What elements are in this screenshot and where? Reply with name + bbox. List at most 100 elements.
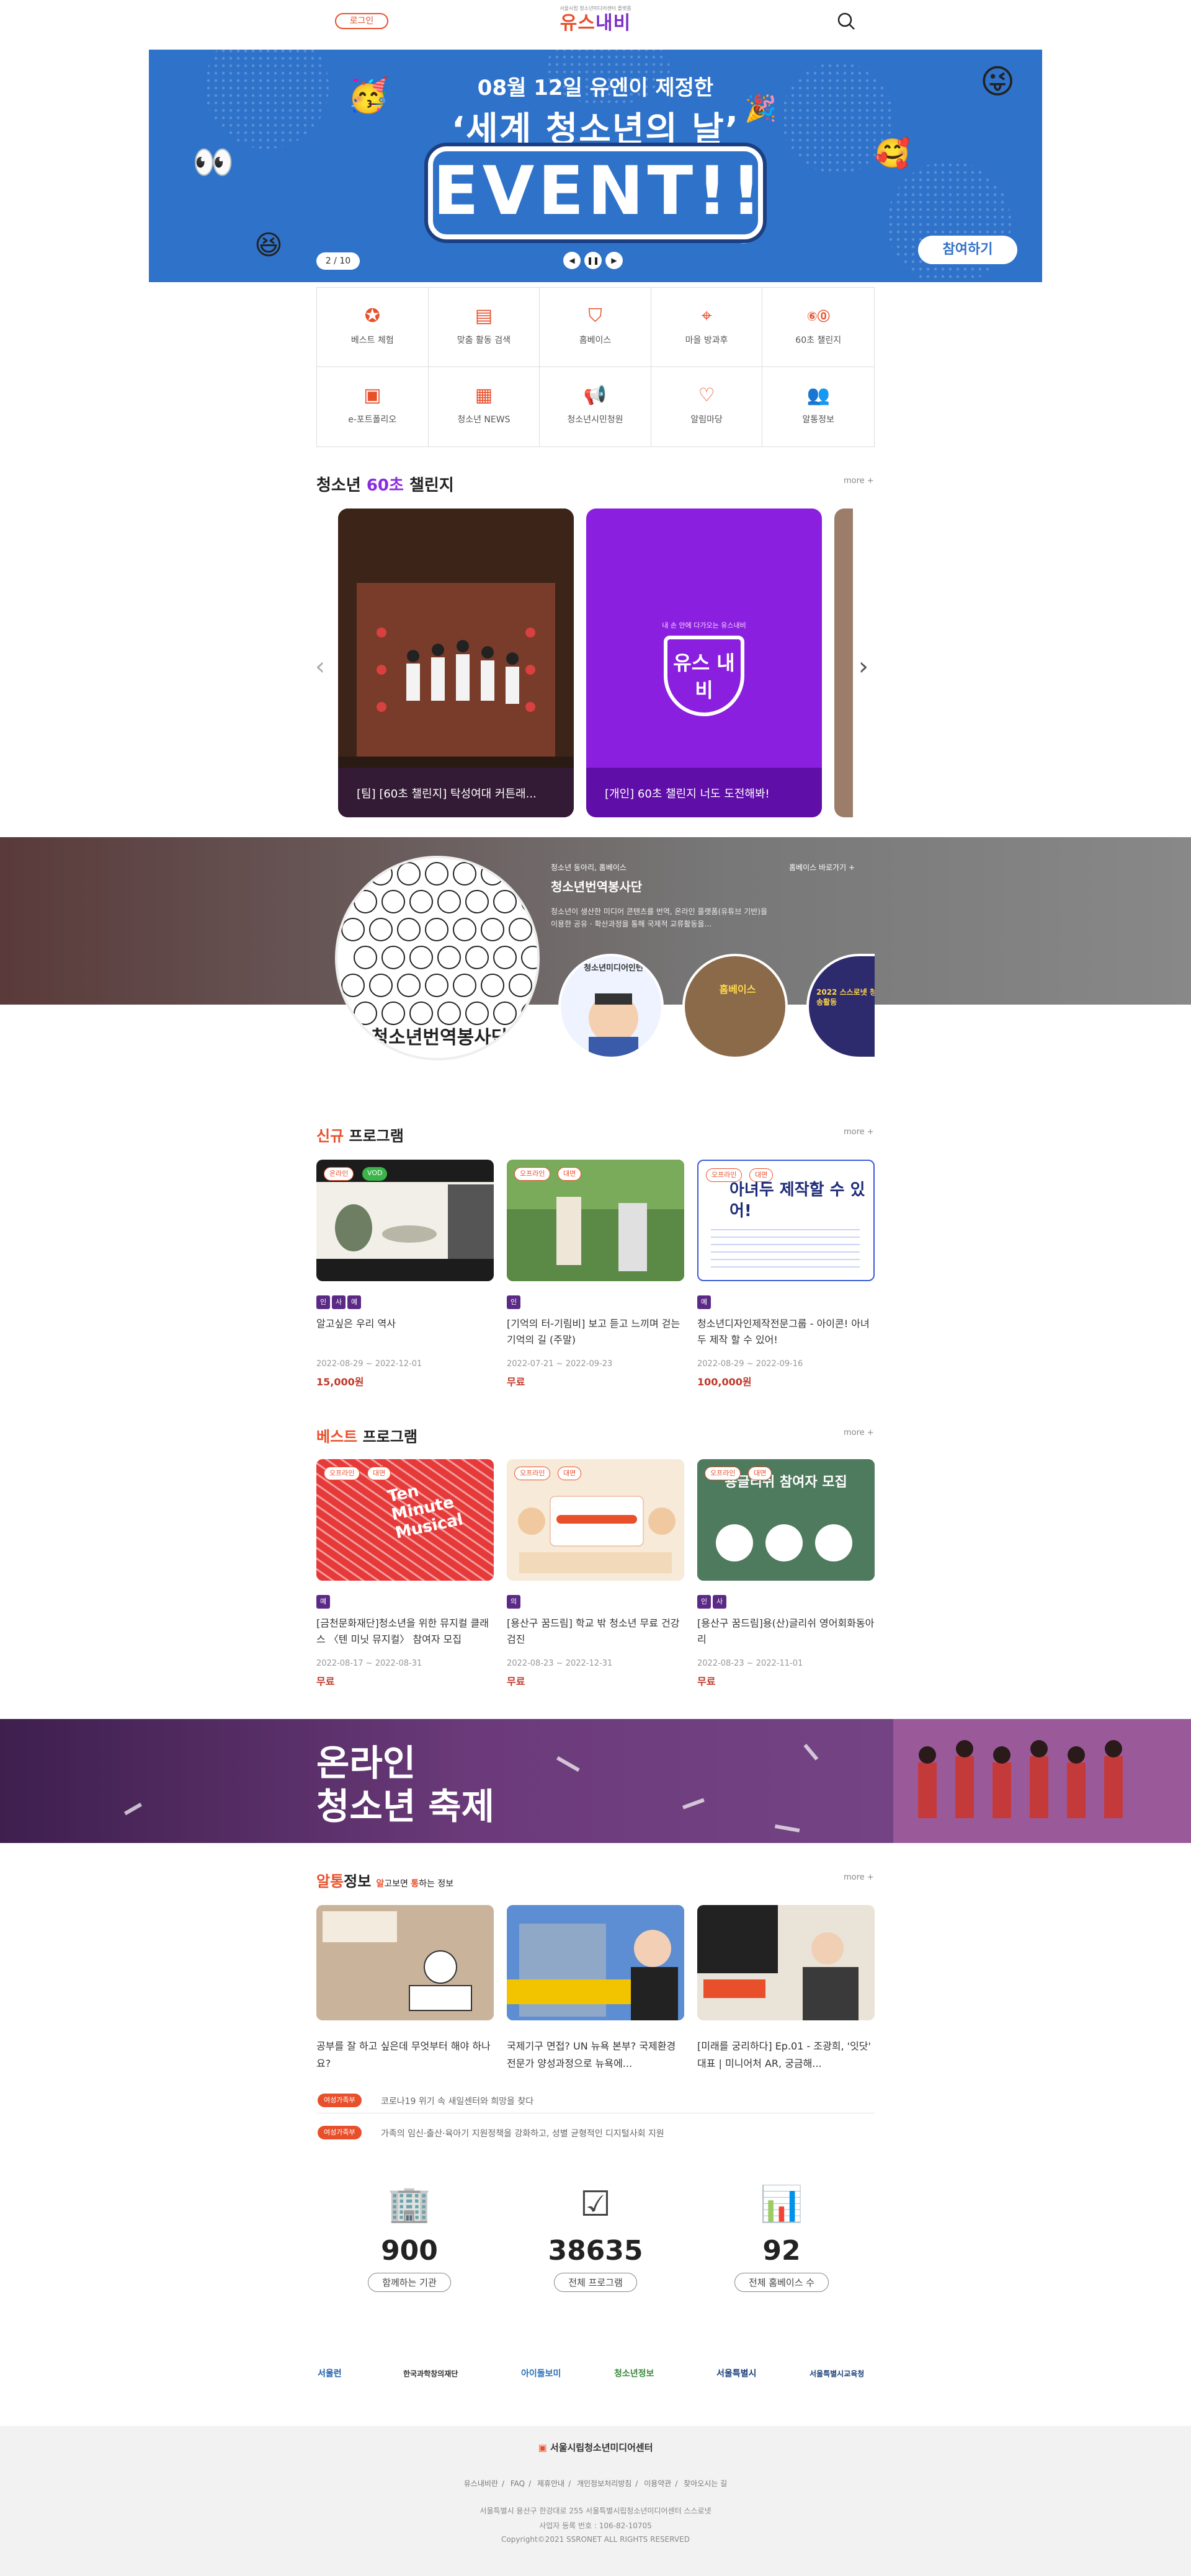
login-button[interactable]: 로그인 — [335, 13, 388, 29]
footer-link[interactable]: 찾아오시는 길 — [684, 2479, 727, 2488]
quick-menu-item[interactable]: ⑥⓪ 60초 챌린지 — [762, 288, 874, 367]
pattern-circle — [453, 918, 476, 941]
quick-menu-label: 청소년 NEWS — [457, 415, 511, 425]
stat-label-button[interactable]: 함께하는 기관 — [368, 2273, 451, 2292]
best-programs-title: 베스트 프로그램 — [316, 1424, 417, 1446]
challenge-card-peek — [834, 509, 853, 817]
info-card[interactable]: [미래를 궁리하다] Ep.01 - 조광희, '잇닷' 대표 | 미니어처 A… — [697, 1905, 875, 2072]
program-date: 2022-08-23 ~ 2022-12-31 — [507, 1659, 613, 1668]
notice-badge: 여성가족부 — [318, 2126, 362, 2139]
program-title: [금천문화재단]청소년을 위한 뮤지컬 클래스 〈텐 미닛 뮤지컬〉 참여자 모… — [316, 1617, 489, 1645]
homebase-thumb[interactable]: 홈베이스 — [682, 954, 788, 1059]
program-card[interactable]: 온라인 VOD 인사예 알고싶은 우리 역사 2022-08-29 ~ 2022… — [316, 1160, 494, 1388]
partner-logo[interactable]: 서울런 — [318, 2361, 342, 2386]
prev-arrow-icon[interactable]: ◀ — [563, 252, 581, 269]
footer-link[interactable]: FAQ — [511, 2479, 525, 2488]
building-icon: 🏢 — [388, 2184, 431, 2224]
program-card[interactable]: 오프라인 대면 인 [기억의 터-기림비] 보고 듣고 느끼며 걷는 기억의 길… — [507, 1160, 684, 1388]
program-price: 무료 — [507, 1376, 525, 1388]
notice-row[interactable]: 여성가족부 코로나19 위기 속 새일센터와 희망을 찾다 — [316, 2089, 875, 2113]
homebase-circle-text: 청소년번역봉사단 — [371, 1027, 509, 1049]
pattern-circle — [493, 890, 517, 913]
new-programs-more-link[interactable]: more + — [844, 1127, 874, 1137]
quick-menu-item[interactable]: 📢 청소년시민청원 — [540, 367, 651, 446]
quick-menu-item[interactable]: ⌖ 마을 방과후 — [651, 288, 763, 367]
showcase-description: 청소년이 생산한 미디어 콘텐츠를 번역, 온라인 플랫폼(유튜브 기반)을 이… — [551, 907, 768, 928]
stat-label-button[interactable]: 전체 프로그램 — [554, 2273, 637, 2292]
category-tags: 인 — [507, 1295, 684, 1309]
partner-logo[interactable]: 청소년정보 — [614, 2361, 654, 2386]
stat-label-button[interactable]: 전체 홈베이스 수 — [734, 2273, 829, 2292]
program-price: 100,000원 — [697, 1376, 752, 1388]
challenge-card[interactable]: [팀] [60초 챌린지] 탁성여대 커튼래... — [338, 509, 574, 817]
program-card[interactable]: 아녀두 제작할 수 있어! 오프라인 대면 예 청소년디자인제작전문그룹 - 아… — [697, 1160, 875, 1388]
poster-body — [711, 1229, 860, 1272]
challenge-caption: [개인] 60초 챌린지 너도 도전해봐! — [586, 768, 822, 817]
quick-menu-label: 맞춤 활동 검색 — [457, 335, 511, 345]
notice-text: 코로나19 위기 속 새일센터와 희망을 찾다 — [381, 2097, 534, 2107]
info-card[interactable]: 국제기구 면접? UN 뉴욕 본부? 국제환경전문가 양성과정으로 뉴욕에... — [507, 1905, 684, 2072]
category-tag: 의 — [507, 1595, 520, 1609]
quick-menu-label: 60초 챌린지 — [795, 335, 842, 345]
info-thumbnail — [507, 1905, 684, 2020]
chevron-left-icon[interactable]: ‹ — [315, 652, 325, 681]
search-icon[interactable] — [835, 10, 857, 32]
star-badge-icon: ✪ — [364, 305, 380, 327]
quick-menu-item[interactable]: ⛉ 홈베이스 — [540, 288, 651, 367]
homebase-thumb[interactable]: 청소년미디어인턴 — [558, 954, 664, 1059]
footer-link[interactable]: 유스내비란 — [464, 2479, 498, 2488]
quick-menu-item[interactable]: ▦ 청소년 NEWS — [429, 367, 540, 446]
homebase-main-image[interactable]: 청소년번역봉사단 — [335, 856, 540, 1060]
quick-menu-label: 베스트 체험 — [350, 335, 394, 345]
site-header: 로그인 서울시립 청소년미디어센터 플랫폼 유스내비 — [0, 0, 1191, 43]
altong-more-link[interactable]: more + — [844, 1873, 874, 1882]
heart-icon: ♡ — [698, 384, 715, 406]
quick-menu-item[interactable]: ▤ 맞춤 활동 검색 — [428, 288, 540, 367]
quick-menu-item[interactable]: 👥 알통정보 — [762, 367, 874, 446]
chevron-right-icon[interactable]: › — [859, 652, 868, 681]
footer-link[interactable]: 제휴안내 — [537, 2479, 564, 2488]
info-thumbnail — [697, 1905, 875, 2020]
challenge-card[interactable]: 내 손 안에 다가오는 유스내비 유스 내비 [개인] 60초 챌린지 너도 도… — [586, 509, 822, 817]
quick-menu-label: e-포트폴리오 — [348, 415, 397, 425]
info-card[interactable]: 공부를 잘 하고 싶은데 무엇부터 해야 하나요? — [316, 1905, 494, 2072]
best-programs-more-link[interactable]: more + — [844, 1428, 874, 1437]
quick-menu-item[interactable]: ♡ 알림마당 — [651, 367, 763, 446]
main-banner[interactable]: 🥳 👀 😆 🎉 😜 🥰 🥤 08월 12일 유엔이 제정한 ‘세계 청소년의 날… — [149, 50, 1042, 282]
program-date: 2022-08-17 ~ 2022-08-31 — [316, 1659, 422, 1668]
pattern-circle — [465, 890, 489, 913]
site-logo[interactable]: 서울시립 청소년미디어센터 플랫폼 유스내비 — [557, 5, 634, 35]
category-tag: 인 — [507, 1295, 520, 1309]
challenge-more-link[interactable]: more + — [844, 476, 874, 486]
in-person-badge: 대면 — [558, 1167, 582, 1181]
title-rest: 정보 — [344, 1873, 372, 1890]
title-accent: 베스트 — [316, 1428, 358, 1446]
banner-pager: 2 / 10 — [316, 252, 360, 270]
pattern-circle — [493, 946, 517, 969]
pause-icon[interactable]: ❚❚ — [584, 252, 602, 269]
pattern-circle — [521, 1002, 537, 1025]
pattern-circle — [409, 890, 433, 913]
program-card[interactable]: 오프라인 대면 의 [용산구 꿈드림] 학교 밖 청소년 무료 건강검진 202… — [507, 1459, 684, 1688]
partner-logo[interactable]: 아이돌보미 — [521, 2361, 561, 2386]
banner-join-button[interactable]: 참여하기 — [918, 236, 1017, 264]
quick-menu-item[interactable]: ✪ 베스트 체험 — [317, 288, 429, 367]
partner-logo[interactable]: 한국과학창의재단 — [403, 2361, 458, 2386]
pattern-circle — [354, 890, 377, 913]
festival-banner[interactable] — [0, 1719, 1191, 1843]
quick-menu-item[interactable]: ▣ e-포트폴리오 — [317, 367, 429, 446]
showcase-link[interactable]: 홈베이스 바로가기 + — [789, 862, 855, 873]
notice-row[interactable]: 여성가족부 가족의 임신·출산·육아기 지원정책을 강화하고, 성별 균형적인 … — [316, 2121, 875, 2146]
footer-link[interactable]: 개인정보처리방침 — [577, 2479, 631, 2488]
footer-link[interactable]: 이용약관 — [644, 2479, 671, 2488]
program-card[interactable]: 용글리쉬 참여자 모집 오프라인 대면 인사 [용산구 꿈드림]용(산)글리쉬 … — [697, 1459, 875, 1688]
partner-logo[interactable]: 서울특별시교육청 — [810, 2361, 864, 2386]
homebase-thumb-label: 2022 스스로넷 청소년방송활동 — [816, 988, 875, 1006]
pattern-circle — [453, 862, 476, 886]
ar-illustration — [697, 1905, 859, 2020]
program-card[interactable]: Ten Minute Musical 오프라인 대면 예 [금천문화재단]청소년… — [316, 1459, 494, 1688]
partner-logo[interactable]: 서울특별시 — [716, 2361, 756, 2386]
program-thumbnail: 오프라인 대면 — [507, 1459, 684, 1581]
next-arrow-icon[interactable]: ▶ — [605, 252, 623, 269]
festival-title: 온라인 청소년 축제 — [316, 1741, 494, 1828]
